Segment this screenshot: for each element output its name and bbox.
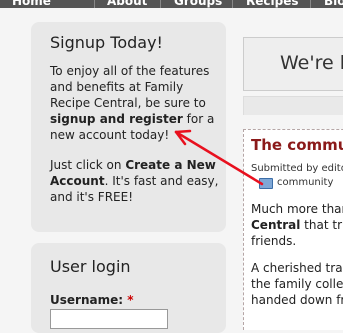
annotation-arrow: [174, 129, 264, 186]
arrow-shaft: [174, 130, 264, 186]
